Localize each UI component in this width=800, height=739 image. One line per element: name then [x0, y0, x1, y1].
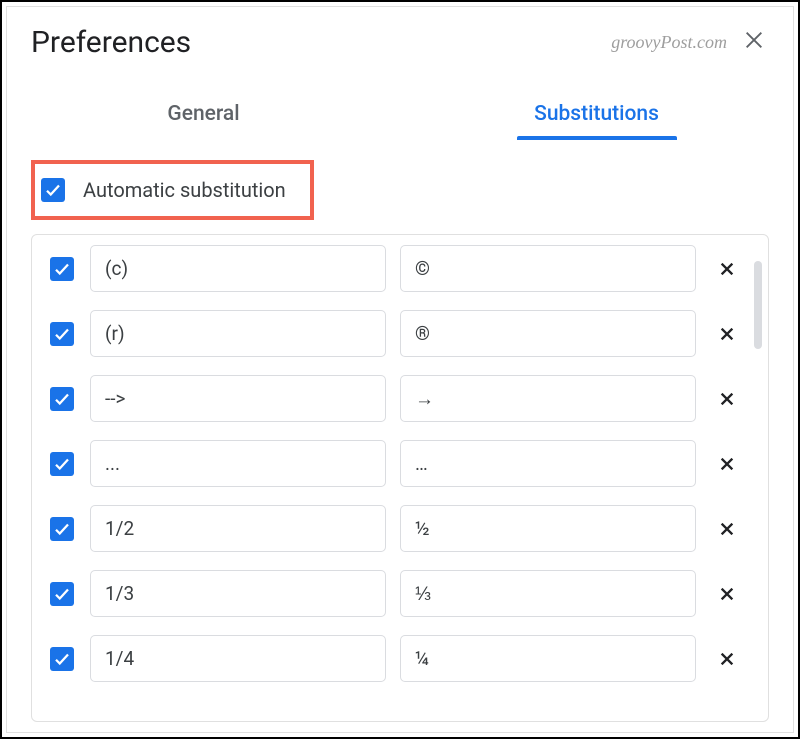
delete-row-button[interactable]	[710, 326, 744, 342]
substitution-row	[44, 505, 764, 552]
row-checkbox[interactable]	[50, 517, 74, 541]
check-icon	[53, 260, 71, 278]
row-checkbox[interactable]	[50, 322, 74, 346]
substitution-row	[44, 570, 764, 617]
replace-to-input[interactable]	[400, 570, 696, 617]
check-icon	[53, 520, 71, 538]
substitution-row	[44, 375, 764, 422]
check-icon	[53, 325, 71, 343]
automatic-substitution-label: Automatic substitution	[83, 178, 286, 202]
check-icon	[53, 585, 71, 603]
automatic-substitution-row: Automatic substitution	[31, 160, 314, 220]
delete-row-button[interactable]	[710, 391, 744, 407]
check-icon	[53, 390, 71, 408]
dialog-title: Preferences	[31, 25, 191, 60]
check-icon	[44, 181, 62, 199]
row-checkbox[interactable]	[50, 582, 74, 606]
replace-from-input[interactable]	[90, 375, 386, 422]
close-icon	[719, 261, 735, 277]
scrollbar-thumb[interactable]	[754, 261, 762, 349]
replace-from-input[interactable]	[90, 245, 386, 292]
replace-to-input[interactable]	[400, 635, 696, 682]
tab-substitutions[interactable]: Substitutions	[400, 88, 793, 140]
replace-from-input[interactable]	[90, 310, 386, 357]
row-checkbox[interactable]	[50, 647, 74, 671]
replace-from-input[interactable]	[90, 440, 386, 487]
check-icon	[53, 455, 71, 473]
close-icon	[719, 651, 735, 667]
replace-from-input[interactable]	[90, 570, 386, 617]
replace-to-input[interactable]	[400, 245, 696, 292]
row-checkbox[interactable]	[50, 257, 74, 281]
close-icon	[719, 521, 735, 537]
row-checkbox[interactable]	[50, 452, 74, 476]
substitution-list	[31, 234, 769, 722]
tabs-bar: General Substitutions	[7, 88, 793, 140]
watermark-text: groovyPost.com	[611, 32, 727, 53]
replace-to-input[interactable]	[400, 375, 696, 422]
close-icon	[719, 326, 735, 342]
replace-to-input[interactable]	[400, 505, 696, 552]
delete-row-button[interactable]	[710, 521, 744, 537]
close-icon	[719, 456, 735, 472]
row-checkbox[interactable]	[50, 387, 74, 411]
delete-row-button[interactable]	[710, 651, 744, 667]
delete-row-button[interactable]	[710, 586, 744, 602]
close-icon	[719, 586, 735, 602]
replace-from-input[interactable]	[90, 635, 386, 682]
tab-general[interactable]: General	[7, 88, 400, 140]
dialog-header: Preferences groovyPost.com	[7, 7, 793, 68]
close-button[interactable]	[739, 25, 769, 60]
substitution-row	[44, 635, 764, 682]
substitution-row	[44, 310, 764, 357]
replace-to-input[interactable]	[400, 310, 696, 357]
automatic-substitution-checkbox[interactable]	[41, 178, 65, 202]
substitution-row	[44, 245, 764, 292]
close-icon	[743, 29, 765, 51]
replace-to-input[interactable]	[400, 440, 696, 487]
delete-row-button[interactable]	[710, 456, 744, 472]
delete-row-button[interactable]	[710, 261, 744, 277]
replace-from-input[interactable]	[90, 505, 386, 552]
substitution-row	[44, 440, 764, 487]
check-icon	[53, 650, 71, 668]
close-icon	[719, 391, 735, 407]
